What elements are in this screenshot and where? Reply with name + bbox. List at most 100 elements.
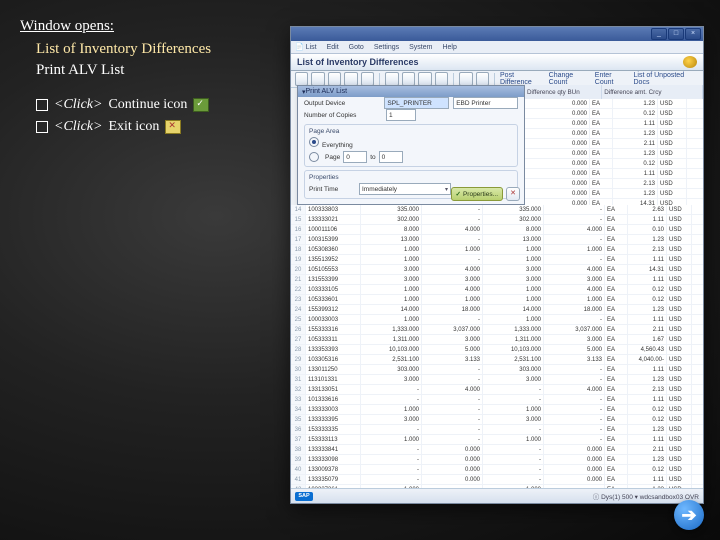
table-row[interactable]: 15133333021302.000-302.000-EA1.11USD — [291, 215, 703, 225]
menu-list[interactable]: 📄 List — [295, 43, 317, 51]
table-row[interactable]: 38133333841-0.000-0.000EA2.11USD — [291, 445, 703, 455]
sap-badge: SAP — [295, 492, 313, 501]
toolbar-separator — [379, 73, 380, 85]
step-continue: <Click> Continue icon — [36, 97, 280, 113]
page-area-title: Page Area — [309, 128, 513, 135]
toolbar-icon[interactable] — [361, 72, 374, 86]
table-row[interactable]: 341333330031.000-1.000-EA0.12USD — [291, 405, 703, 415]
close-button[interactable]: × — [685, 28, 701, 40]
maximize-button[interactable]: □ — [668, 28, 684, 40]
table-row[interactable]: 40133009378-0.000-0.000EA0.12USD — [291, 465, 703, 475]
toolbar-print-icon[interactable] — [311, 72, 324, 86]
output-device-input[interactable]: SPL_PRINTER — [384, 97, 449, 109]
table-row[interactable]: 32133133051-4.000-4.000EA2.13USD — [291, 385, 703, 395]
col-diff-amt[interactable]: Difference amt. Crcy — [602, 85, 703, 99]
properties-title: Properties — [309, 174, 513, 181]
toolbar-separator — [453, 73, 454, 85]
table-row[interactable]: 41133335079-0.000-0.000EA1.11USD — [291, 475, 703, 485]
table-row[interactable]: 1710031539913.000-13.000-EA1.23USD — [291, 235, 703, 245]
table-row[interactable]: 271053333111,311.0003.0001,311.0003.000E… — [291, 335, 703, 345]
print-dialog: ▾ Print ALV List Output Device SPL_PRINT… — [297, 85, 525, 205]
table-row[interactable]: 39133333098-0.000-0.000EA1.23USD — [291, 455, 703, 465]
next-slide-button[interactable]: ➔ — [674, 500, 704, 530]
table-row[interactable]: 0.000EA0.12USD — [525, 109, 703, 119]
unposted-docs-link[interactable]: List of Unposted Docs — [634, 72, 699, 86]
table-row[interactable]: 14100333803335.000-335.000-EA2.63USD — [291, 205, 703, 215]
bullet-box-icon — [36, 121, 48, 133]
minimize-button[interactable]: _ — [651, 28, 667, 40]
table-row[interactable]: 0.000EA1.23USD — [525, 149, 703, 159]
table-row[interactable]: 0.000EA1.23USD — [525, 129, 703, 139]
bullet-box-icon — [36, 99, 48, 111]
window-title-line: List of Inventory Differences — [36, 41, 280, 58]
table-row[interactable]: 291033053162,531.1003.1332,531.1003.133E… — [291, 355, 703, 365]
menu-goto[interactable]: Goto — [349, 44, 364, 51]
instruction-panel: Window opens: List of Inventory Differen… — [20, 18, 280, 141]
page-from-input[interactable]: 0 — [343, 151, 367, 163]
menu-system[interactable]: System — [409, 44, 432, 51]
toolbar-icon[interactable] — [402, 72, 415, 86]
menu-edit[interactable]: Edit — [327, 44, 339, 51]
table-row[interactable]: 2813335339310,103.0005.00010,103.0005.00… — [291, 345, 703, 355]
table-row[interactable]: 371533331131.000-1.000-EA1.11USD — [291, 435, 703, 445]
table-row[interactable]: 181053083601.0001.0001.0001.000EA2.13USD — [291, 245, 703, 255]
radio-everything[interactable] — [309, 137, 319, 147]
table-row[interactable]: 221033331051.0004.0001.0004.000EA0.12USD — [291, 285, 703, 295]
table-row[interactable]: 36153333335----EA1.23USD — [291, 425, 703, 435]
table-row[interactable]: 33101333616----EA1.11USD — [291, 395, 703, 405]
copies-input[interactable]: 1 — [386, 109, 416, 121]
menu-settings[interactable]: Settings — [374, 44, 399, 51]
table-row[interactable]: 0.000EA1.11USD — [525, 119, 703, 129]
menu-help[interactable]: Help — [442, 44, 456, 51]
table-row[interactable]: 161000111068.0004.0008.0004.000EA0.10USD — [291, 225, 703, 235]
table-row[interactable]: 231053336011.0001.0001.0001.000EA0.12USD — [291, 295, 703, 305]
table-row[interactable]: 2415539931214.00018.00014.00018.000EA1.2… — [291, 305, 703, 315]
change-count-link[interactable]: Change Count — [549, 72, 592, 86]
toolbar-icon[interactable] — [385, 72, 398, 86]
table-row[interactable]: 211315533993.0003.0003.0003.000EA1.11USD — [291, 275, 703, 285]
sap-window: _ □ × 📄 List Edit Goto Settings System H… — [290, 26, 704, 504]
step-text: Exit icon — [108, 119, 159, 135]
col-diff-qty[interactable]: Difference qty BUn — [525, 85, 602, 99]
window-titlebar: _ □ × — [291, 27, 703, 41]
data-grid[interactable]: 14100333803335.000-335.000-EA2.63USD1513… — [291, 205, 703, 489]
step-text: Continue icon — [108, 97, 187, 113]
toolbar-icon[interactable] — [328, 72, 341, 86]
table-row[interactable]: 0.000EA1.23USD — [525, 189, 703, 199]
continue-button[interactable]: ✓Properties... — [451, 187, 504, 201]
toolbar-icon[interactable] — [344, 72, 357, 86]
toolbar-icon[interactable] — [435, 72, 448, 86]
print-time-label: Print Time — [309, 186, 355, 193]
title-area: List of Inventory Differences — [291, 54, 703, 71]
radio-page[interactable] — [309, 152, 319, 162]
print-time-select[interactable]: Immediately▾ — [359, 183, 451, 195]
table-row[interactable]: 261553333161,333.0003,037.0001,333.0003,… — [291, 325, 703, 335]
table-row[interactable]: 351333333953.000-3.000-EA0.12USD — [291, 415, 703, 425]
status-right: ⓘ Dys(1) 500 ▾ wdcsandbox03 OVR — [593, 491, 699, 501]
table-row[interactable]: 0.000EA1.23USD — [525, 99, 703, 109]
table-row[interactable]: 201051055533.0004.0003.0004.000EA14.31US… — [291, 265, 703, 275]
window-opens-header: Window opens: — [20, 18, 280, 35]
table-row[interactable]: 30133011250303.000-303.000-EA1.11USD — [291, 365, 703, 375]
menu-bar: 📄 List Edit Goto Settings System Help — [291, 41, 703, 54]
toolbar-icon[interactable] — [418, 72, 431, 86]
enter-count-link[interactable]: Enter Count — [595, 72, 631, 86]
output-device-label: Output Device — [304, 100, 380, 107]
page-to-input[interactable]: 0 — [379, 151, 403, 163]
slide: Window opens: List of Inventory Differen… — [0, 0, 720, 540]
table-row[interactable]: 0.000EA2.13USD — [525, 179, 703, 189]
toolbar-icon[interactable] — [476, 72, 489, 86]
dialog-close-button[interactable]: ✕ — [506, 187, 520, 201]
click-verb: <Click> — [54, 97, 102, 113]
table-row[interactable]: 191355139521.000-1.000-EA1.11USD — [291, 255, 703, 265]
table-row[interactable]: 0.000EA1.11USD — [525, 169, 703, 179]
table-row[interactable]: 251000330031.000-1.000-EA1.11USD — [291, 315, 703, 325]
post-difference-link[interactable]: Post Difference — [500, 72, 546, 86]
table-row[interactable]: 0.000EA2.11USD — [525, 139, 703, 149]
toolbar-back-icon[interactable] — [295, 72, 308, 86]
sap-logo-icon — [683, 56, 697, 68]
table-row[interactable]: 0.000EA0.12USD — [525, 159, 703, 169]
table-row[interactable]: 311131013313.000-3.000-EA1.23USD — [291, 375, 703, 385]
check-icon: ✓ — [456, 190, 461, 198]
toolbar-icon[interactable] — [459, 72, 472, 86]
